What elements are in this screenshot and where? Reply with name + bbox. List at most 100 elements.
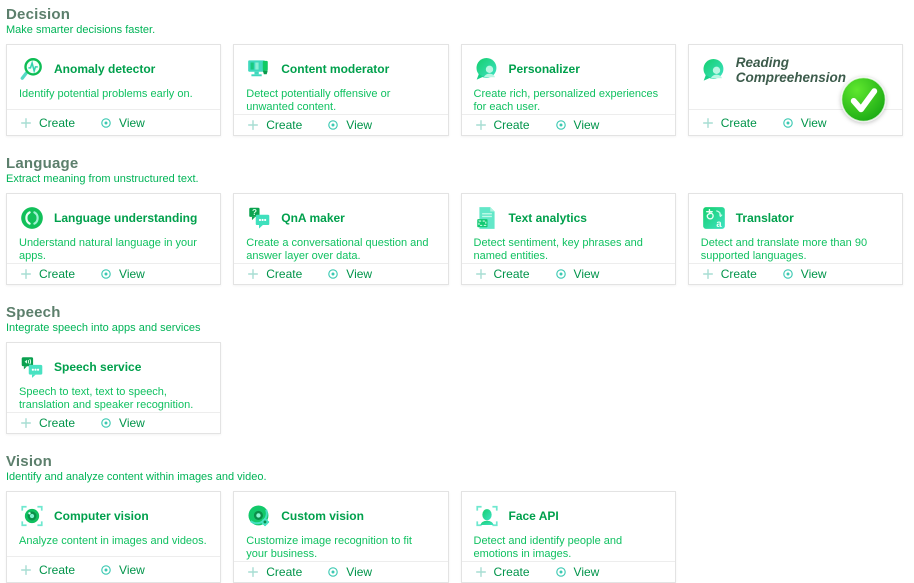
eye-icon	[99, 267, 113, 281]
plus-icon	[474, 267, 488, 281]
create-button[interactable]: Create	[246, 118, 302, 132]
create-button[interactable]: Create	[246, 267, 302, 281]
create-button[interactable]: Create	[19, 267, 75, 281]
view-button[interactable]: View	[554, 267, 600, 281]
plus-icon	[246, 267, 260, 281]
view-button[interactable]: View	[99, 267, 145, 281]
green-check-badge-icon	[840, 76, 887, 123]
card-description: Understand natural language in your apps…	[19, 237, 208, 263]
eye-icon	[554, 565, 568, 579]
section-language: Language Extract meaning from unstructur…	[6, 155, 908, 285]
section-vision: Vision Identify and analyze content with…	[6, 453, 908, 583]
section-title: Speech	[6, 304, 908, 321]
computer-vision-icon	[19, 503, 45, 529]
view-button[interactable]: View	[554, 118, 600, 132]
view-button[interactable]: View	[99, 416, 145, 430]
plus-icon	[474, 118, 488, 132]
plus-icon	[19, 416, 33, 430]
view-button[interactable]: View	[554, 565, 600, 579]
create-label: Create	[39, 267, 75, 281]
card-description: Speech to text, text to speech, translat…	[19, 386, 208, 412]
card-custom-vision: Custom vision Customize image recognitio…	[233, 491, 448, 583]
card-grid: Language understanding Understand natura…	[6, 193, 903, 285]
view-label: View	[119, 563, 145, 577]
card-translator: Translator Detect and translate more tha…	[688, 193, 903, 285]
create-label: Create	[266, 565, 302, 579]
face-api-icon	[474, 503, 500, 529]
create-label: Create	[494, 267, 530, 281]
view-button[interactable]: View	[99, 563, 145, 577]
translator-icon	[701, 205, 727, 231]
card-title: Personalizer	[509, 62, 580, 76]
create-button[interactable]: Create	[474, 118, 530, 132]
create-button[interactable]: Create	[474, 565, 530, 579]
card-title: QnA maker	[281, 211, 345, 225]
eye-icon	[554, 267, 568, 281]
view-button[interactable]: View	[99, 116, 145, 130]
card-description: Detect potentially offensive or unwanted…	[246, 88, 435, 114]
speech-service-icon	[19, 354, 45, 380]
view-button[interactable]: View	[326, 565, 372, 579]
create-button[interactable]: Create	[19, 416, 75, 430]
create-label: Create	[494, 118, 530, 132]
card-title: Face API	[509, 509, 559, 523]
card-description: Create a conversational question and ans…	[246, 237, 435, 263]
create-label: Create	[39, 416, 75, 430]
create-button[interactable]: Create	[19, 116, 75, 130]
card-title: Language understanding	[54, 211, 197, 225]
eye-icon	[781, 267, 795, 281]
card-grid: Speech service Speech to text, text to s…	[6, 342, 903, 434]
create-label: Create	[494, 565, 530, 579]
plus-icon	[474, 565, 488, 579]
card-language-understanding: Language understanding Understand natura…	[6, 193, 221, 285]
eye-icon	[326, 118, 340, 132]
section-subtitle: Identify and analyze content within imag…	[6, 471, 908, 483]
create-button[interactable]: Create	[19, 563, 75, 577]
section-subtitle: Make smarter decisions faster.	[6, 24, 908, 36]
create-button[interactable]: Create	[701, 116, 757, 130]
section-speech: Speech Integrate speech into apps and se…	[6, 304, 908, 434]
view-label: View	[574, 118, 600, 132]
create-button[interactable]: Create	[474, 267, 530, 281]
eye-icon	[326, 565, 340, 579]
view-label: View	[801, 267, 827, 281]
view-button[interactable]: View	[326, 267, 372, 281]
card-title: Custom vision	[281, 509, 364, 523]
view-button[interactable]: View	[781, 116, 827, 130]
card-text-analytics: Text analytics Detect sentiment, key phr…	[461, 193, 676, 285]
create-label: Create	[266, 118, 302, 132]
section-title: Language	[6, 155, 908, 172]
view-label: View	[346, 267, 372, 281]
view-label: View	[801, 116, 827, 130]
section-title: Vision	[6, 453, 908, 470]
card-description: Create rich, personalized experiences fo…	[474, 88, 663, 114]
view-label: View	[574, 565, 600, 579]
card-speech-service: Speech service Speech to text, text to s…	[6, 342, 221, 434]
view-label: View	[574, 267, 600, 281]
create-button[interactable]: Create	[246, 565, 302, 579]
create-button[interactable]: Create	[701, 267, 757, 281]
card-title: Content moderator	[281, 62, 389, 76]
card-qna-maker: QnA maker Create a conversational questi…	[233, 193, 448, 285]
plus-icon	[701, 267, 715, 281]
view-label: View	[119, 416, 145, 430]
create-label: Create	[721, 116, 757, 130]
card-description: Detect and identify people and emotions …	[474, 535, 663, 561]
view-label: View	[346, 565, 372, 579]
create-label: Create	[266, 267, 302, 281]
eye-icon	[781, 116, 795, 130]
card-description: Detect and translate more than 90 suppor…	[701, 237, 890, 263]
section-subtitle: Integrate speech into apps and services	[6, 322, 908, 334]
personalizer-icon	[701, 57, 727, 83]
view-button[interactable]: View	[781, 267, 827, 281]
view-label: View	[119, 116, 145, 130]
card-personalizer: Personalizer Create rich, personalized e…	[461, 44, 676, 136]
card-reading-compreehension: Reading Compreehension Create View	[688, 44, 903, 136]
plus-icon	[19, 563, 33, 577]
eye-icon	[99, 116, 113, 130]
eye-icon	[554, 118, 568, 132]
view-button[interactable]: View	[326, 118, 372, 132]
card-title: Speech service	[54, 360, 141, 374]
plus-icon	[246, 118, 260, 132]
eye-icon	[326, 267, 340, 281]
